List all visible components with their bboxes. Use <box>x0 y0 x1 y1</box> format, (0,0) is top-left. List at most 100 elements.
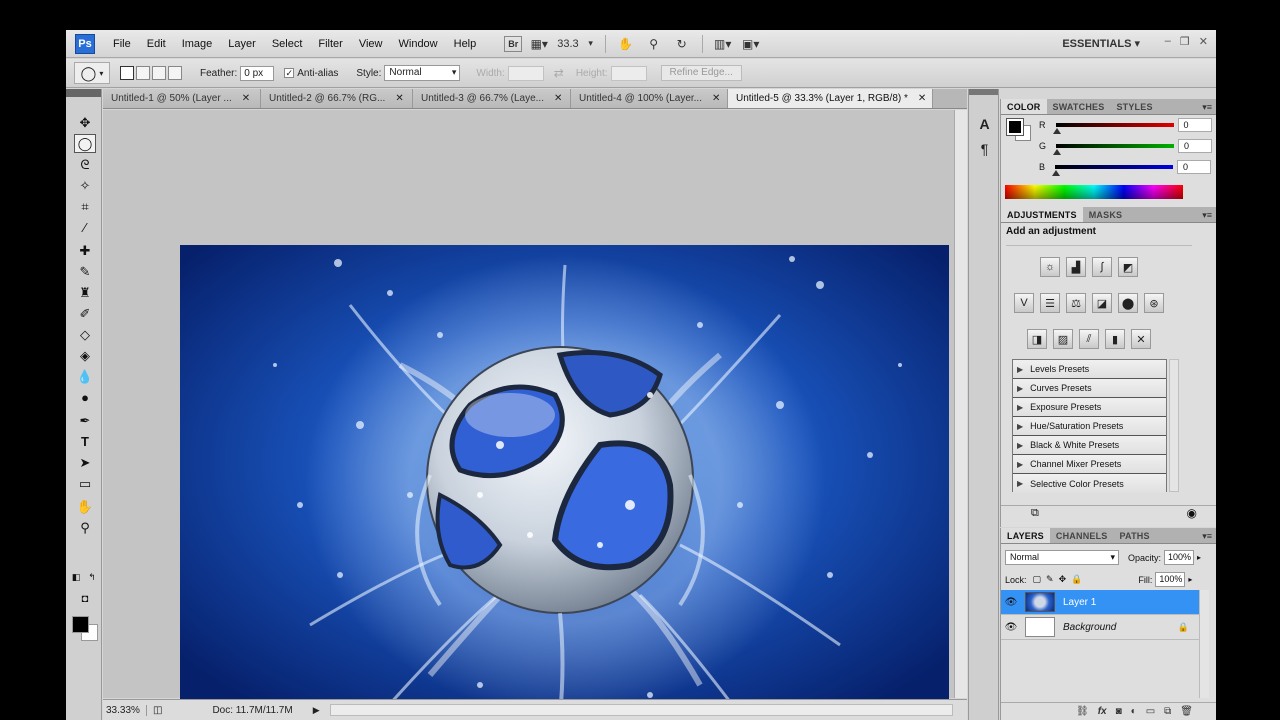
bridge-icon[interactable]: Br <box>504 35 523 52</box>
curves-icon[interactable]: ∫ <box>1092 257 1112 277</box>
channel-mixer-icon[interactable]: ⊛ <box>1144 293 1164 313</box>
lock-position-icon[interactable]: ✥ <box>1059 574 1067 585</box>
layer-name[interactable]: Layer 1 <box>1063 597 1096 608</box>
visibility-eye-icon[interactable]: 👁 <box>1001 597 1021 608</box>
zoom-tool-icon[interactable]: ⚲ <box>74 518 96 537</box>
dodge-tool-icon[interactable]: ● <box>74 388 96 407</box>
tab-channels[interactable]: CHANNELS <box>1050 528 1114 543</box>
close-tab-icon[interactable]: ✕ <box>395 93 403 104</box>
intersect-selection-icon[interactable] <box>168 66 182 80</box>
new-selection-icon[interactable] <box>120 66 134 80</box>
close-tab-icon[interactable]: ✕ <box>918 93 926 104</box>
lock-pixels-icon[interactable]: ✎ <box>1046 574 1054 585</box>
status-menu-arrow-icon[interactable]: ▶ <box>313 705 320 716</box>
menu-select[interactable]: Select <box>264 38 311 50</box>
lock-all-icon[interactable]: 🔒 <box>1071 574 1082 585</box>
zoom-tool-icon[interactable]: ⚲ <box>643 34 665 54</box>
eraser-tool-icon[interactable]: ◇ <box>74 325 96 344</box>
move-tool-icon[interactable]: ✥ <box>74 113 96 132</box>
red-slider[interactable] <box>1052 123 1174 134</box>
quick-mask-icon[interactable]: ◘ <box>74 589 96 608</box>
tab-untitled-1[interactable]: Untitled-1 @ 50% (Layer ... ✕ <box>103 89 261 108</box>
selective-color-icon[interactable]: ✕ <box>1131 329 1151 349</box>
view-previous-icon[interactable]: ◉ <box>1187 506 1197 520</box>
black-white-icon[interactable]: ◪ <box>1092 293 1112 313</box>
height-input[interactable] <box>610 65 647 81</box>
width-input[interactable] <box>507 65 544 81</box>
tab-layers[interactable]: LAYERS <box>1001 528 1050 543</box>
magic-wand-tool-icon[interactable]: ✧ <box>74 176 96 195</box>
refine-edge-button[interactable]: Refine Edge... <box>660 65 742 81</box>
panel-menu-icon[interactable]: ▾≡ <box>1202 528 1212 544</box>
clip-to-layer-icon[interactable]: ⧉ <box>1031 507 1039 520</box>
visibility-eye-icon[interactable]: 👁 <box>1001 622 1021 633</box>
brightness-icon[interactable]: ☼ <box>1040 257 1060 277</box>
preset-black-white[interactable]: ▶ Black & White Presets <box>1013 436 1166 455</box>
menu-edit[interactable]: Edit <box>139 38 174 50</box>
tab-swatches[interactable]: SWATCHES <box>1047 99 1111 114</box>
opacity-input[interactable]: 100% <box>1164 550 1195 565</box>
exposure-icon[interactable]: ◩ <box>1118 257 1138 277</box>
gradient-map-icon[interactable]: ▮ <box>1105 329 1125 349</box>
tab-untitled-4[interactable]: Untitled-4 @ 100% (Layer... ✕ <box>571 89 728 108</box>
eyedropper-tool-icon[interactable]: ⁄ <box>74 218 96 237</box>
tab-adjustments[interactable]: ADJUSTMENTS <box>1001 207 1083 222</box>
menu-view[interactable]: View <box>351 38 391 50</box>
menu-image[interactable]: Image <box>174 38 221 50</box>
paint-bucket-tool-icon[interactable]: ◈ <box>74 346 96 365</box>
panel-menu-icon[interactable]: ▾≡ <box>1202 99 1212 115</box>
document-image[interactable] <box>180 245 949 720</box>
tab-untitled-2[interactable]: Untitled-2 @ 66.7% (RG... ✕ <box>261 89 413 108</box>
layer-row-background[interactable]: 👁 Background 🔒 <box>1001 615 1199 640</box>
opacity-arrow-icon[interactable]: ▸ <box>1197 553 1201 562</box>
menu-window[interactable]: Window <box>391 38 446 50</box>
layers-scrollbar[interactable] <box>1199 590 1209 698</box>
fill-arrow-icon[interactable]: ▸ <box>1188 575 1192 584</box>
green-value[interactable]: 0 <box>1178 139 1213 153</box>
swap-dimensions-icon[interactable]: ⇄ <box>554 66 564 80</box>
status-preview-icon[interactable]: ◫ <box>153 705 162 716</box>
swap-colors-icon[interactable]: ↰ <box>86 568 98 587</box>
default-colors-icon[interactable]: ◧ <box>70 568 82 587</box>
lasso-tool-icon[interactable]: ᘓ <box>74 155 96 174</box>
preset-selective-color[interactable]: ▶ Selective Color Presets <box>1013 474 1166 493</box>
path-selection-tool-icon[interactable]: ➤ <box>74 453 96 472</box>
close-tab-icon[interactable]: ✕ <box>554 93 562 104</box>
slider-thumb[interactable] <box>1052 128 1061 134</box>
preset-exposure[interactable]: ▶ Exposure Presets <box>1013 398 1166 417</box>
green-slider[interactable] <box>1053 144 1175 155</box>
color-fg-swatch[interactable] <box>1006 118 1024 136</box>
canvas-horizontal-scrollbar[interactable] <box>329 704 953 716</box>
threshold-icon[interactable]: ⫽ <box>1079 329 1099 349</box>
panel-grip[interactable] <box>969 89 998 95</box>
antialias-checkbox[interactable]: ✓ <box>284 68 295 78</box>
blue-value[interactable]: 0 <box>1177 160 1212 174</box>
status-zoom[interactable]: 33.33% <box>103 704 147 716</box>
screen-mode-icon[interactable]: ▣▾ <box>740 34 762 54</box>
add-selection-icon[interactable] <box>136 66 150 80</box>
red-value[interactable]: 0 <box>1177 118 1212 132</box>
healing-brush-tool-icon[interactable]: ✚ <box>74 241 96 260</box>
hand-tool-icon[interactable]: ✋ <box>74 497 96 516</box>
paragraph-panel-icon[interactable]: ¶ <box>976 141 993 158</box>
canvas-area[interactable] <box>103 110 954 720</box>
view-extras-icon[interactable]: ▦▾ <box>528 34 550 54</box>
add-mask-icon[interactable]: ◙ <box>1116 706 1122 717</box>
crop-tool-icon[interactable]: ⌗ <box>74 197 96 216</box>
tool-preset-picker[interactable]: ◯ ▾ <box>74 62 110 84</box>
layer-row-layer-1[interactable]: 👁 Layer 1 <box>1001 590 1199 615</box>
arrange-documents-icon[interactable]: ▥▾ <box>712 34 734 54</box>
close-icon[interactable]: ✕ <box>1199 35 1208 48</box>
levels-icon[interactable]: ▟ <box>1066 257 1086 277</box>
menu-layer[interactable]: Layer <box>220 38 264 50</box>
invert-icon[interactable]: ◨ <box>1027 329 1047 349</box>
feather-input[interactable]: 0 px <box>240 65 275 81</box>
tab-color[interactable]: COLOR <box>1001 99 1047 114</box>
rectangle-tool-icon[interactable]: ▭ <box>74 474 96 493</box>
menu-help[interactable]: Help <box>446 38 485 50</box>
preset-channel-mixer[interactable]: ▶ Channel Mixer Presets <box>1013 455 1166 474</box>
close-tab-icon[interactable]: ✕ <box>712 93 720 104</box>
blend-mode-select[interactable]: Normal <box>1005 550 1119 565</box>
new-adjustment-layer-icon[interactable]: ◐ <box>1131 706 1137 717</box>
subtract-selection-icon[interactable] <box>152 66 166 80</box>
